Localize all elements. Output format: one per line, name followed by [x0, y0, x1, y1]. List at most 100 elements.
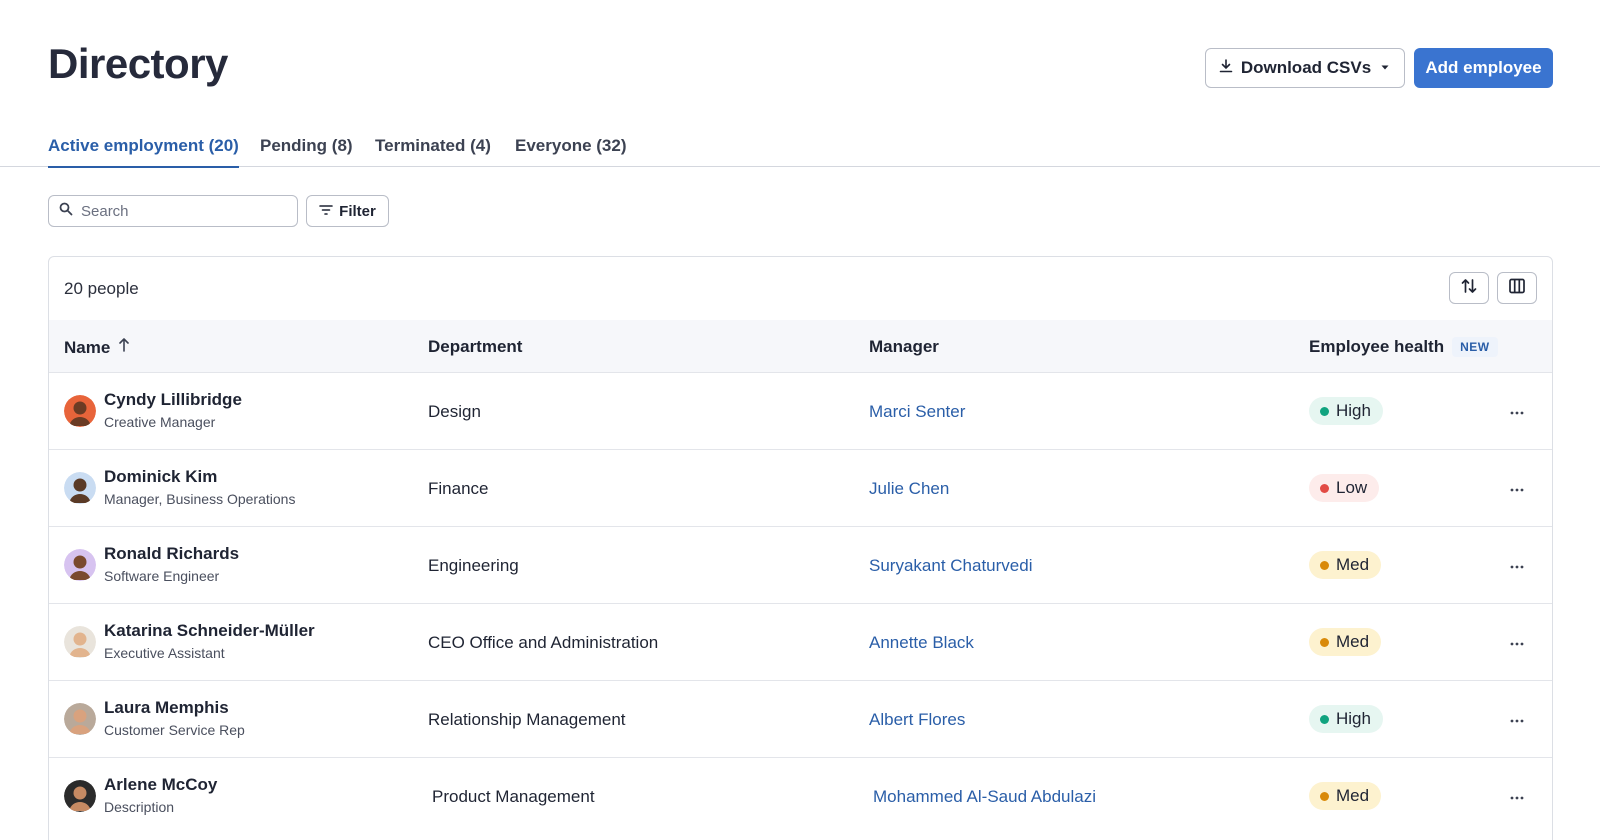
ellipsis-icon — [1510, 787, 1524, 805]
column-header-name[interactable]: Name — [64, 337, 130, 358]
columns-button[interactable] — [1497, 272, 1537, 304]
ellipsis-icon — [1510, 556, 1524, 574]
filter-button[interactable]: Filter — [306, 195, 389, 227]
employee-title: Manager, Business Operations — [104, 491, 296, 507]
tab-everyone[interactable]: Everyone (32) — [515, 136, 627, 166]
department-cell: Relationship Management — [428, 710, 626, 729]
employee-name[interactable]: Ronald Richards — [104, 544, 239, 564]
health-dot — [1320, 560, 1329, 570]
ellipsis-icon — [1510, 402, 1524, 420]
health-dot — [1320, 406, 1329, 416]
health-label: Med — [1336, 555, 1370, 574]
employee-title: Executive Assistant — [104, 645, 225, 661]
row-actions-button[interactable] — [1505, 476, 1529, 500]
download-icon — [1219, 58, 1233, 78]
new-badge: NEW — [1452, 337, 1498, 357]
column-header-health-label: Employee health — [1309, 337, 1445, 356]
column-header-health[interactable]: Employee health NEW — [1309, 337, 1498, 357]
employee-title: Creative Manager — [104, 414, 216, 430]
avatar — [64, 395, 96, 427]
row-actions-button[interactable] — [1505, 399, 1529, 423]
health-badge: High — [1309, 705, 1383, 733]
add-employee-button[interactable]: Add employee — [1414, 48, 1553, 88]
row-actions-button[interactable] — [1505, 707, 1529, 731]
ellipsis-icon — [1510, 710, 1524, 728]
row-actions-button[interactable] — [1505, 630, 1529, 654]
tab-active-employment[interactable]: Active employment (20) — [48, 136, 239, 168]
download-csvs-button[interactable]: Download CSVs — [1205, 48, 1405, 88]
ellipsis-icon — [1510, 479, 1524, 497]
sort-button[interactable] — [1449, 272, 1489, 304]
search-input[interactable] — [81, 202, 281, 220]
health-dot — [1320, 714, 1329, 724]
avatar-head — [73, 401, 87, 415]
people-count: 20 people — [64, 279, 139, 298]
table-row[interactable]: Arlene McCoy Description Product Managemen… — [49, 757, 1552, 834]
department-cell: Engineering — [428, 556, 519, 575]
avatar — [64, 703, 96, 735]
manager-link[interactable]: Suryakant Chaturvedi — [869, 556, 1032, 576]
tab-pending[interactable]: Pending (8) — [260, 136, 353, 166]
health-label: High — [1336, 401, 1371, 420]
column-header-department[interactable]: Department — [428, 337, 522, 357]
avatar — [64, 549, 96, 581]
ellipsis-icon — [1510, 633, 1524, 651]
column-header-name-label: Name — [64, 337, 111, 357]
health-badge: Med — [1309, 551, 1382, 579]
health-label: High — [1336, 709, 1371, 728]
employment-tabs: Active employment (20) Pending (8) Termi… — [0, 128, 1600, 168]
table-row[interactable]: Laura Memphis Customer Service Rep Relatio… — [49, 680, 1552, 757]
department-cell: Product Management — [432, 787, 595, 806]
manager-link[interactable]: Mohammed Al-Saud Abdulazi — [873, 787, 1096, 807]
avatar — [64, 472, 96, 504]
employee-name[interactable]: Laura Memphis — [104, 698, 229, 718]
employee-name[interactable]: Dominick Kim — [104, 467, 217, 487]
search-box — [48, 195, 298, 227]
avatar-head — [73, 478, 87, 492]
tab-terminated[interactable]: Terminated (4) — [375, 136, 491, 166]
employee-name[interactable]: Katarina Schneider-Müller — [104, 621, 315, 641]
health-badge: Med — [1309, 628, 1382, 656]
health-badge: Low — [1309, 474, 1380, 502]
health-dot — [1320, 483, 1329, 493]
table-row[interactable]: Cyndy Lillibridge Creative Manager Design M… — [49, 372, 1552, 449]
manager-link[interactable]: Marci Senter — [869, 402, 965, 422]
avatar-head — [73, 555, 87, 569]
table-row[interactable]: Katarina Schneider-Müller Executive Assis… — [49, 603, 1552, 680]
avatar-head — [73, 709, 87, 723]
column-header-manager[interactable]: Manager — [869, 337, 939, 357]
manager-link[interactable]: Annette Black — [869, 633, 974, 653]
department-cell: Finance — [428, 479, 489, 498]
filter-icon — [319, 203, 333, 220]
employee-title: Customer Service Rep — [104, 722, 245, 738]
health-dot — [1320, 791, 1329, 801]
avatar — [64, 626, 96, 658]
avatar-head — [73, 632, 87, 646]
health-label: Med — [1336, 786, 1370, 805]
sort-ascending-icon — [118, 337, 130, 358]
columns-icon — [1508, 277, 1526, 300]
sort-arrows-icon — [1460, 277, 1478, 300]
manager-link[interactable]: Julie Chen — [869, 479, 949, 499]
employee-table-card: 20 people Name Department Manager Employ… — [48, 256, 1553, 840]
table-row[interactable]: Ronald Richards Software Engineer Engineer… — [49, 526, 1552, 603]
row-actions-button[interactable] — [1505, 784, 1529, 808]
filter-label: Filter — [339, 202, 376, 220]
page-title: Directory — [48, 40, 228, 87]
caret-down-icon — [1379, 58, 1391, 78]
health-label: Med — [1336, 632, 1370, 651]
employee-title: Software Engineer — [104, 568, 220, 584]
avatar-head — [73, 786, 87, 800]
health-badge: Med — [1309, 782, 1382, 810]
table-header: Name Department Manager Employee health … — [49, 320, 1552, 372]
employee-name[interactable]: Cyndy Lillibridge — [104, 390, 242, 410]
manager-link[interactable]: Albert Flores — [869, 710, 965, 730]
department-cell: CEO Office and Administration — [428, 633, 659, 652]
department-cell: Design — [428, 402, 481, 421]
employee-name[interactable]: Arlene McCoy — [104, 775, 217, 795]
employee-title: Description — [104, 799, 175, 815]
row-actions-button[interactable] — [1505, 553, 1529, 577]
download-csvs-label: Download CSVs — [1240, 58, 1372, 77]
health-dot — [1320, 637, 1329, 647]
table-row[interactable]: Dominick Kim Manager, Business Operations… — [49, 449, 1552, 526]
